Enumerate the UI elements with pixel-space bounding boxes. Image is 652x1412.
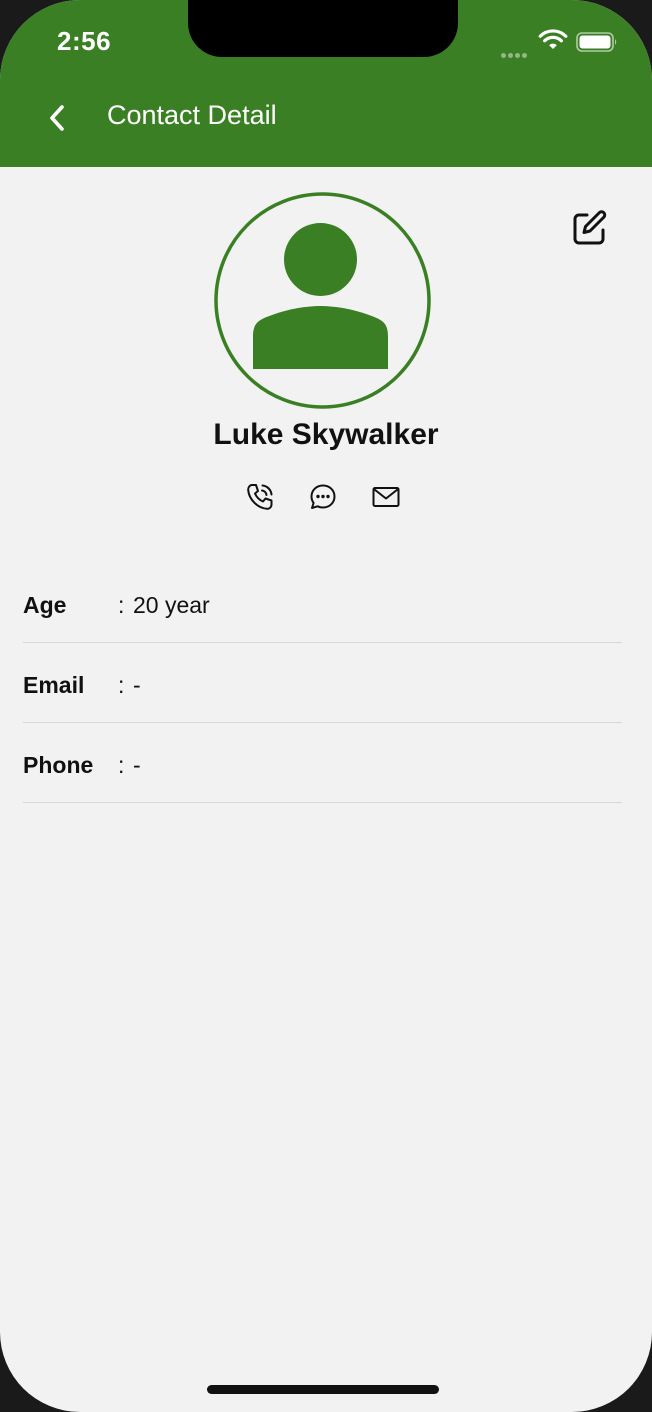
device-notch xyxy=(188,0,458,57)
chat-bubble-icon xyxy=(310,484,336,509)
envelope-icon xyxy=(372,487,400,507)
detail-row-email: Email : - xyxy=(23,642,622,723)
page-title: Contact Detail xyxy=(107,100,277,130)
home-indicator[interactable] xyxy=(207,1385,439,1394)
detail-row-phone: Phone : - xyxy=(23,722,622,803)
person-icon xyxy=(214,192,431,409)
edit-icon xyxy=(573,210,607,245)
edit-button[interactable] xyxy=(570,208,610,248)
detail-label: Email xyxy=(23,672,85,698)
phone-icon xyxy=(247,484,273,510)
detail-value: - xyxy=(133,752,141,778)
app-header: 2:56 Contact Detail xyxy=(0,0,652,167)
message-button[interactable] xyxy=(303,478,343,516)
chevron-left-icon xyxy=(50,105,64,131)
detail-value: - xyxy=(133,672,141,698)
battery-icon xyxy=(576,32,618,57)
detail-separator: : xyxy=(118,592,125,618)
detail-row-age: Age : 20 year xyxy=(23,562,622,643)
contact-name: Luke Skywalker xyxy=(213,418,439,451)
status-time: 2:56 xyxy=(57,26,112,56)
detail-label: Phone xyxy=(23,752,94,778)
detail-separator: : xyxy=(118,752,125,778)
signal-icon xyxy=(501,45,531,58)
email-button[interactable] xyxy=(366,478,406,516)
detail-label: Age xyxy=(23,592,67,618)
avatar xyxy=(214,192,431,409)
detail-separator: : xyxy=(118,672,125,698)
phone-screen: 2:56 Contact Detail Luke Skywalker Age:… xyxy=(0,0,652,1412)
back-button[interactable] xyxy=(40,98,74,138)
wifi-icon xyxy=(538,29,568,56)
call-button[interactable] xyxy=(240,478,280,516)
detail-value: 20 year xyxy=(133,592,210,618)
